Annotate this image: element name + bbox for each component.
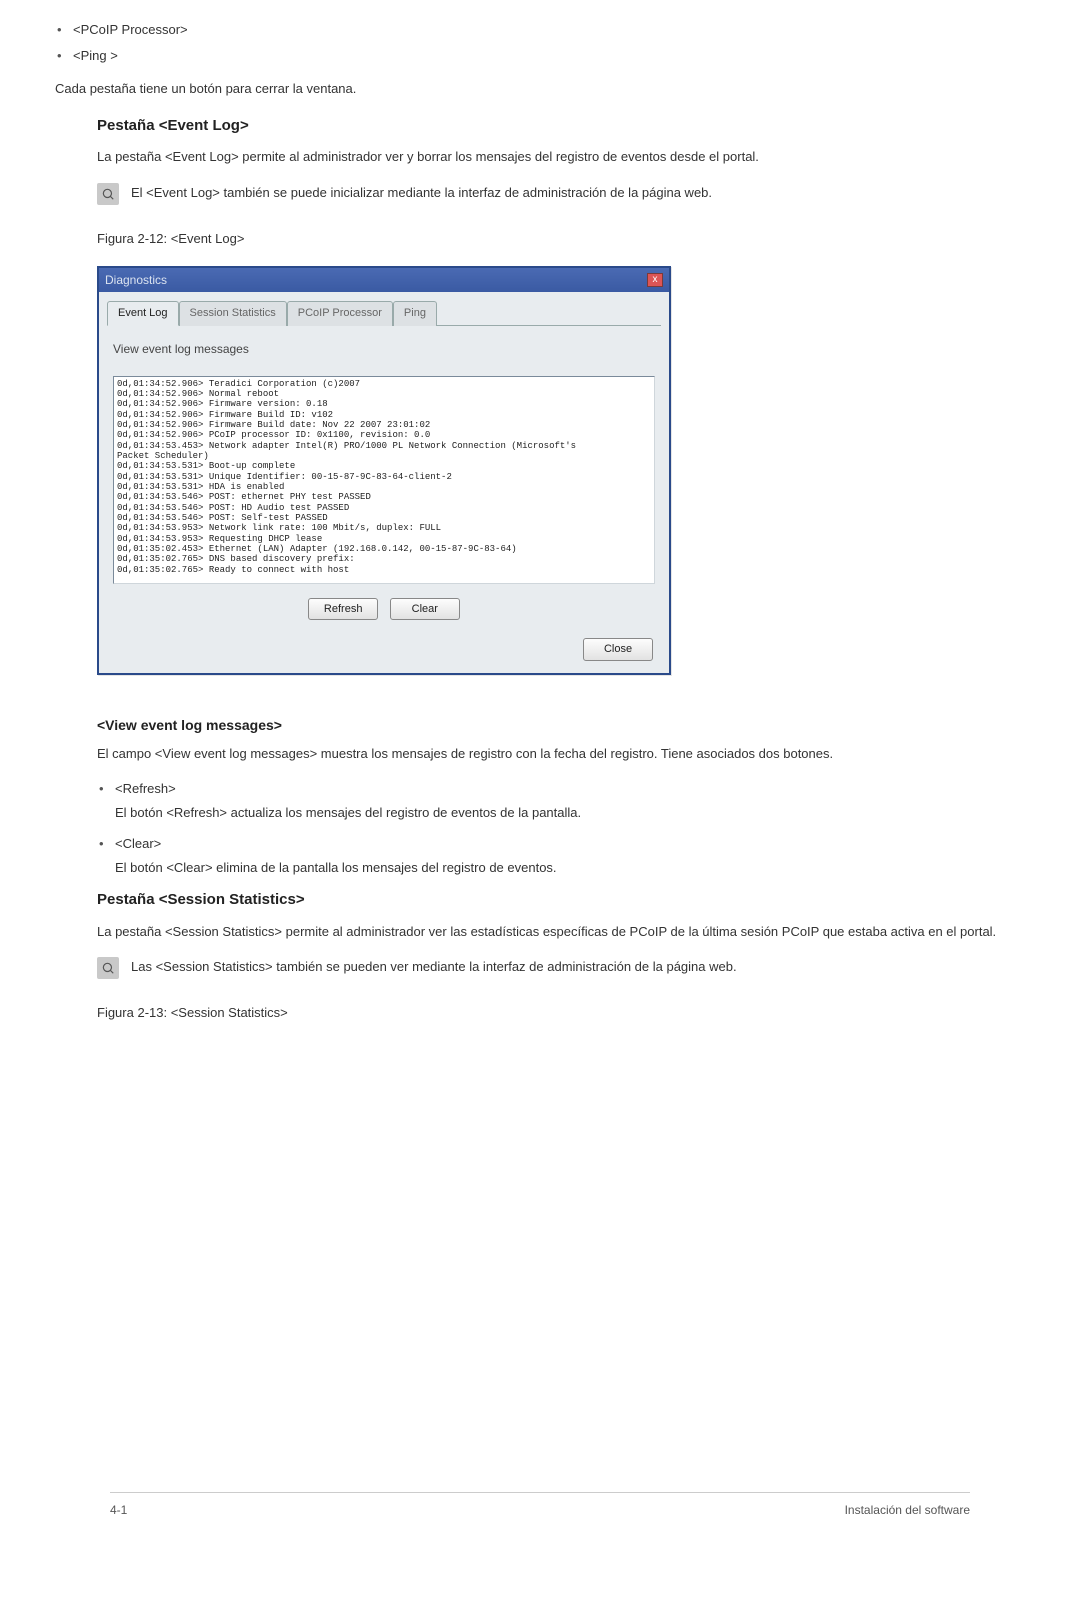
clear-desc: El botón <Clear> elimina de la pantalla … xyxy=(115,858,1025,878)
session-stats-heading: Pestaña <Session Statistics> xyxy=(97,889,1025,912)
window-close-button[interactable]: x xyxy=(647,273,663,287)
note-icon xyxy=(97,957,119,979)
note-row: El <Event Log> también se puede iniciali… xyxy=(97,183,1025,205)
note-icon xyxy=(97,183,119,205)
view-messages-desc: El campo <View event log messages> muest… xyxy=(97,744,1025,764)
figure-caption: Figura 2-13: <Session Statistics> xyxy=(97,1003,1025,1023)
figure-caption: Figura 2-12: <Event Log> xyxy=(97,229,1025,249)
diagnostics-window: Diagnostics x Event Log Session Statisti… xyxy=(97,266,671,675)
tab-pcoip-processor[interactable]: PCoIP Processor xyxy=(287,301,393,326)
note-text: El <Event Log> también se puede iniciali… xyxy=(131,183,712,203)
footer-right: Instalación del software xyxy=(845,1501,970,1519)
tab-row: Event Log Session Statistics PCoIP Proce… xyxy=(107,300,661,326)
bullet-text: <PCoIP Processor> xyxy=(73,22,188,37)
bullet-label: <Clear> xyxy=(115,836,161,851)
refresh-button[interactable]: Refresh xyxy=(308,598,378,621)
view-messages-heading: <View event log messages> xyxy=(97,715,1025,736)
note-text: Las <Session Statistics> también se pued… xyxy=(131,957,737,977)
list-item: <Clear> xyxy=(97,834,1025,854)
note-row: Las <Session Statistics> también se pued… xyxy=(55,957,1025,979)
refresh-bullet: <Refresh> xyxy=(97,779,1025,799)
list-item: <Refresh> xyxy=(97,779,1025,799)
tab-event-log[interactable]: Event Log xyxy=(107,301,179,326)
refresh-desc: El botón <Refresh> actualiza los mensaje… xyxy=(115,803,1025,823)
close-row: Close xyxy=(99,630,669,673)
event-log-heading: Pestaña <Event Log> xyxy=(97,115,1025,138)
top-bullet-list: <PCoIP Processor> <Ping > xyxy=(55,20,1025,65)
footer-left: 4-1 xyxy=(110,1501,127,1519)
close-button[interactable]: Close xyxy=(583,638,653,661)
clear-bullet: <Clear> xyxy=(97,834,1025,854)
event-log-textarea[interactable]: 0d,01:34:52.906> Teradici Corporation (c… xyxy=(113,376,655,584)
tab-session-statistics[interactable]: Session Statistics xyxy=(179,301,287,326)
panel: View event log messages 0d,01:34:52.906>… xyxy=(99,326,669,631)
window-title: Diagnostics xyxy=(105,271,167,289)
list-item: <PCoIP Processor> xyxy=(55,20,1025,40)
button-row: Refresh Clear xyxy=(113,598,655,621)
page-footer: 4-1 Instalación del software xyxy=(110,1492,970,1519)
bullet-label: <Refresh> xyxy=(115,781,176,796)
panel-label: View event log messages xyxy=(113,340,655,358)
clear-button[interactable]: Clear xyxy=(390,598,460,621)
title-bar: Diagnostics x xyxy=(99,268,669,292)
event-log-desc: La pestaña <Event Log> permite al admini… xyxy=(97,147,1025,167)
intro-paragraph: Cada pestaña tiene un botón para cerrar … xyxy=(55,79,1025,99)
list-item: <Ping > xyxy=(55,46,1025,66)
tab-ping[interactable]: Ping xyxy=(393,301,437,326)
session-stats-desc: La pestaña <Session Statistics> permite … xyxy=(97,922,1025,942)
bullet-text: <Ping > xyxy=(73,48,118,63)
